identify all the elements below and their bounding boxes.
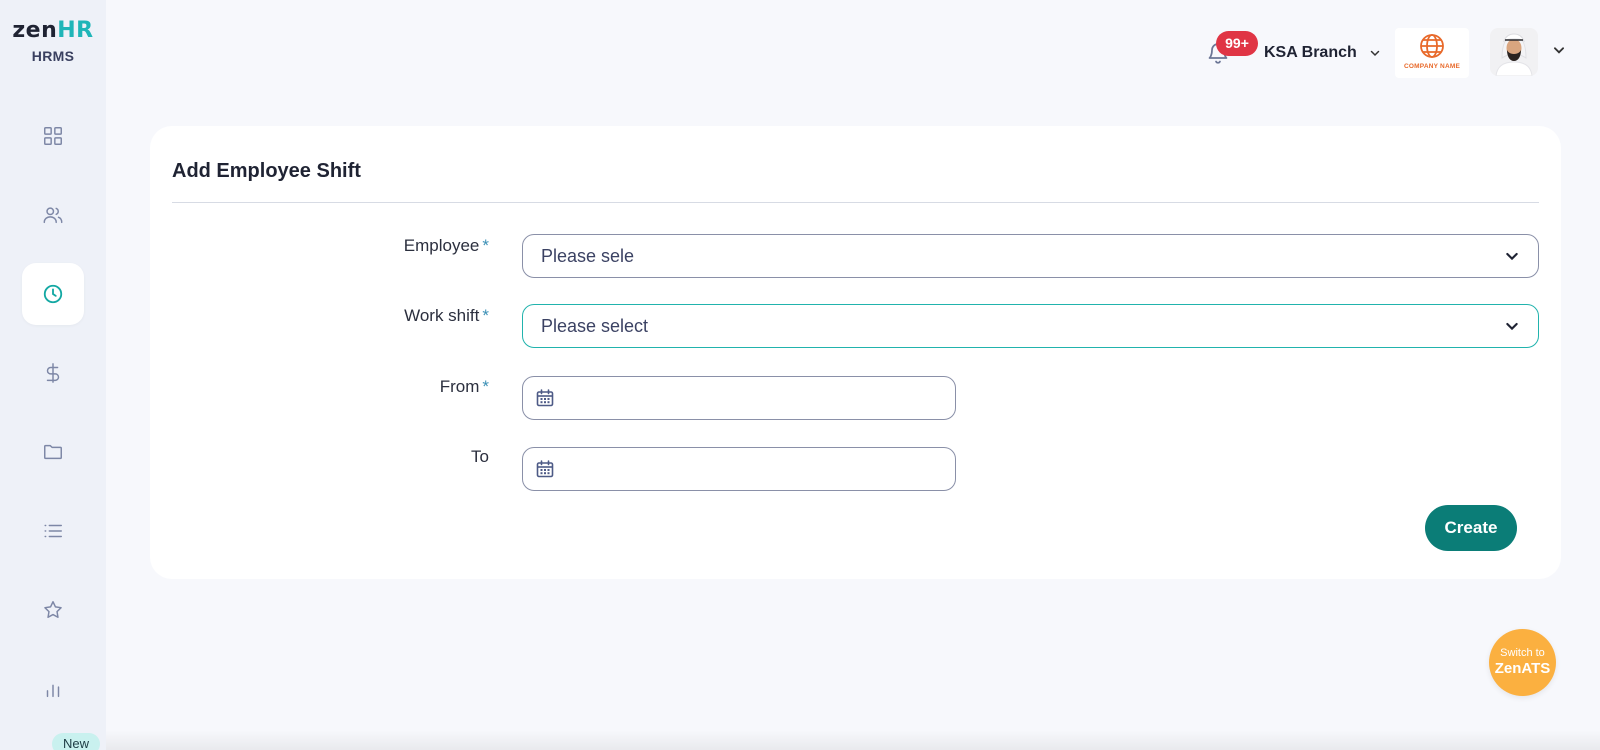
to-label-text: To: [471, 447, 489, 466]
sidebar-item-reports[interactable]: [22, 658, 84, 720]
work-shift-select-value: Please select: [541, 315, 649, 336]
user-avatar-icon: [1495, 33, 1533, 76]
work-shift-select[interactable]: Please select: [522, 304, 1539, 348]
folder-icon: [44, 444, 62, 460]
required-marker: *: [482, 236, 489, 255]
create-button[interactable]: Create: [1425, 505, 1517, 551]
from-date-input[interactable]: [522, 376, 956, 420]
calendar-icon[interactable]: [535, 459, 555, 479]
sidebar-item-payroll[interactable]: [22, 342, 84, 404]
employee-select[interactable]: Please sele: [522, 234, 1539, 278]
switch-to-zenats-button[interactable]: Switch to ZenATS: [1489, 629, 1556, 696]
sidebar-item-documents[interactable]: [22, 421, 84, 483]
sidebar-item-requests[interactable]: [22, 500, 84, 562]
switch-line2: ZenATS: [1494, 660, 1551, 677]
avatar[interactable]: [1490, 28, 1538, 76]
calendar-icon[interactable]: [535, 388, 555, 408]
page-title: Add Employee Shift: [172, 160, 361, 182]
dollar-icon: [46, 363, 60, 383]
switch-line1: Switch to: [1500, 647, 1545, 659]
company-name: COMPANY NAME: [1404, 63, 1460, 70]
sidebar-item-performance[interactable]: [22, 579, 84, 641]
logo-wordmark: zenHR: [0, 18, 106, 44]
chevron-down-icon[interactable]: [1552, 43, 1566, 57]
employee-select-value: Please sele: [541, 245, 635, 266]
bar-chart-icon: [46, 684, 60, 698]
company-logo[interactable]: COMPANY NAME: [1395, 28, 1469, 78]
employee-label: Employee *: [289, 236, 489, 256]
branch-label: KSA Branch: [1264, 44, 1357, 61]
notification-badge: 99+: [1216, 31, 1258, 56]
required-marker: *: [482, 377, 489, 396]
globe-icon: [1420, 34, 1444, 58]
from-label: From *: [289, 377, 489, 397]
chevron-down-icon: [1370, 50, 1380, 57]
star-icon: [44, 601, 62, 618]
title-divider: [172, 202, 1539, 203]
app-logo[interactable]: zenHR HRMS: [0, 18, 106, 64]
to-date-input[interactable]: [522, 447, 956, 491]
sidebar-item-attendance[interactable]: [22, 263, 84, 325]
to-label: To: [289, 447, 489, 467]
add-shift-card: Add Employee Shift Employee * Please sele…: [150, 126, 1561, 579]
clock-icon: [43, 284, 63, 304]
work-shift-label: Work shift *: [289, 306, 489, 326]
required-marker: *: [482, 306, 489, 325]
sidebar-item-dashboard[interactable]: [22, 105, 84, 167]
logo-suffix: HR: [57, 18, 94, 43]
work-shift-label-text: Work shift: [404, 306, 480, 325]
new-badge: New: [52, 733, 100, 750]
list-icon: [44, 524, 62, 538]
chevron-down-icon: [1506, 252, 1518, 261]
users-icon: [43, 207, 63, 224]
bottom-shadow: [106, 730, 1600, 750]
employee-label-text: Employee: [403, 236, 480, 255]
branch-selector[interactable]: KSA Branch: [1264, 41, 1381, 65]
logo-prefix: zen: [12, 18, 58, 43]
chevron-down-icon: [1506, 322, 1518, 331]
sidebar: zenHR HRMS New: [0, 0, 106, 750]
sidebar-item-employees[interactable]: [22, 184, 84, 246]
from-label-text: From: [439, 377, 480, 396]
grid-icon: [44, 127, 62, 145]
logo-subtitle: HRMS: [31, 48, 75, 64]
